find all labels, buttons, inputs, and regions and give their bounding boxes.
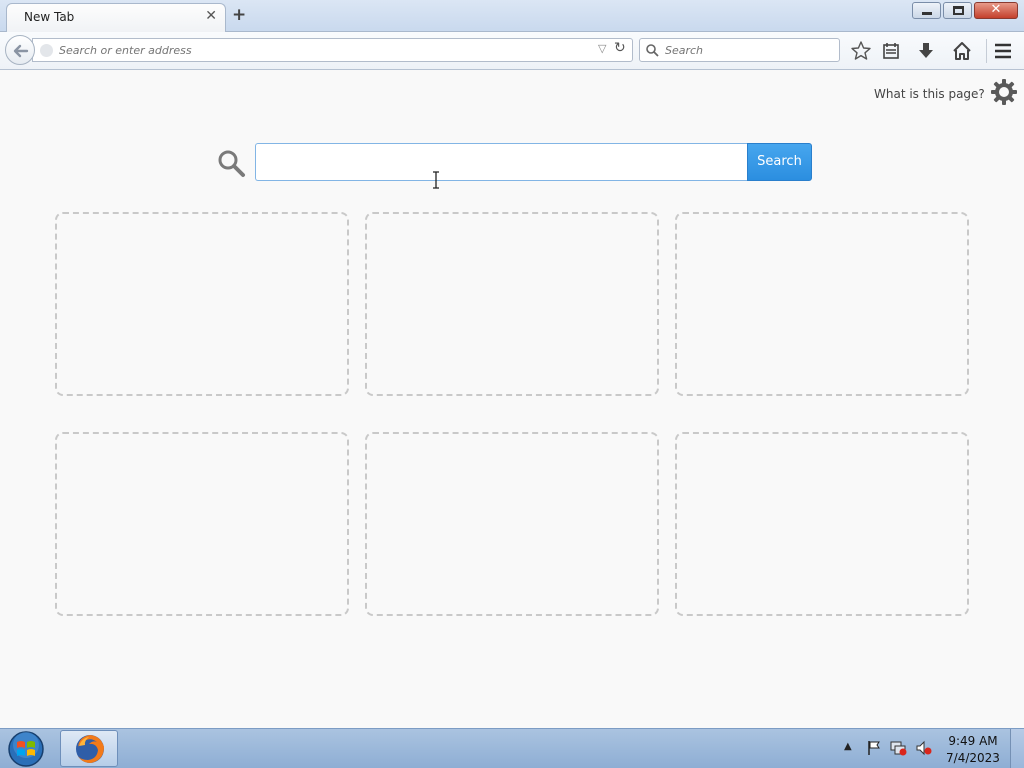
reload-icon[interactable]: ↻ bbox=[614, 40, 626, 56]
star-icon[interactable] bbox=[850, 40, 872, 62]
tile-placeholder[interactable] bbox=[365, 432, 659, 616]
text-cursor-icon bbox=[433, 171, 439, 189]
new-tab-plus-icon[interactable]: + bbox=[232, 5, 246, 25]
tab-new-tab[interactable]: New Tab ✕ bbox=[6, 3, 226, 33]
back-button[interactable] bbox=[5, 35, 35, 65]
restore-button[interactable] bbox=[943, 2, 972, 19]
show-hidden-icons-icon[interactable]: ▲ bbox=[844, 741, 852, 752]
tile-placeholder[interactable] bbox=[675, 432, 969, 616]
url-bar[interactable]: ▽ ↻ bbox=[32, 38, 633, 62]
search-icon bbox=[646, 44, 659, 57]
taskbar-firefox-button[interactable] bbox=[60, 730, 118, 767]
toolbar-separator bbox=[986, 39, 987, 63]
reading-list-icon[interactable] bbox=[880, 40, 902, 62]
tab-close-icon[interactable]: ✕ bbox=[205, 8, 217, 24]
tab-strip: New Tab ✕ + ✕ bbox=[0, 0, 1024, 33]
page-search-icon bbox=[218, 150, 245, 177]
search-input[interactable] bbox=[665, 42, 835, 58]
clock-time[interactable]: 9:49 AM bbox=[943, 734, 1003, 748]
tile-placeholder[interactable] bbox=[675, 212, 969, 396]
window-controls: ✕ bbox=[910, 2, 1018, 19]
volume-muted-icon[interactable] bbox=[915, 740, 933, 756]
url-history-dropdown-icon[interactable]: ▽ bbox=[598, 42, 606, 55]
windows-orb-icon[interactable] bbox=[6, 730, 46, 768]
taskbar: ▲ 9:49 AM 7/4/2023 bbox=[0, 728, 1024, 768]
restore-icon bbox=[953, 6, 964, 15]
back-arrow-icon bbox=[13, 44, 29, 58]
minimize-icon bbox=[922, 12, 932, 15]
clock-date[interactable]: 7/4/2023 bbox=[943, 751, 1003, 765]
gear-icon[interactable] bbox=[990, 78, 1018, 106]
page-search-button[interactable]: Search bbox=[747, 143, 812, 181]
close-icon: ✕ bbox=[990, 2, 1002, 17]
search-bar[interactable] bbox=[639, 38, 840, 62]
tile-placeholder[interactable] bbox=[55, 212, 349, 396]
firefox-icon bbox=[76, 735, 104, 763]
home-icon[interactable] bbox=[951, 40, 973, 62]
download-icon[interactable] bbox=[915, 40, 937, 62]
minimize-button[interactable] bbox=[912, 2, 941, 19]
tile-placeholder[interactable] bbox=[55, 432, 349, 616]
network-icon[interactable] bbox=[890, 740, 908, 756]
what-is-this-page-link[interactable]: What is this page? bbox=[874, 87, 985, 101]
flag-icon[interactable] bbox=[866, 740, 882, 756]
close-window-button[interactable]: ✕ bbox=[974, 2, 1018, 19]
url-input[interactable] bbox=[59, 42, 589, 58]
tab-title: New Tab bbox=[24, 10, 75, 24]
navigation-toolbar: ▽ ↻ bbox=[0, 32, 1024, 70]
menu-icon[interactable] bbox=[992, 40, 1014, 62]
page-search-input[interactable] bbox=[255, 143, 748, 181]
identity-icon[interactable] bbox=[40, 44, 53, 57]
show-desktop-button[interactable] bbox=[1010, 729, 1024, 768]
tile-placeholder[interactable] bbox=[365, 212, 659, 396]
